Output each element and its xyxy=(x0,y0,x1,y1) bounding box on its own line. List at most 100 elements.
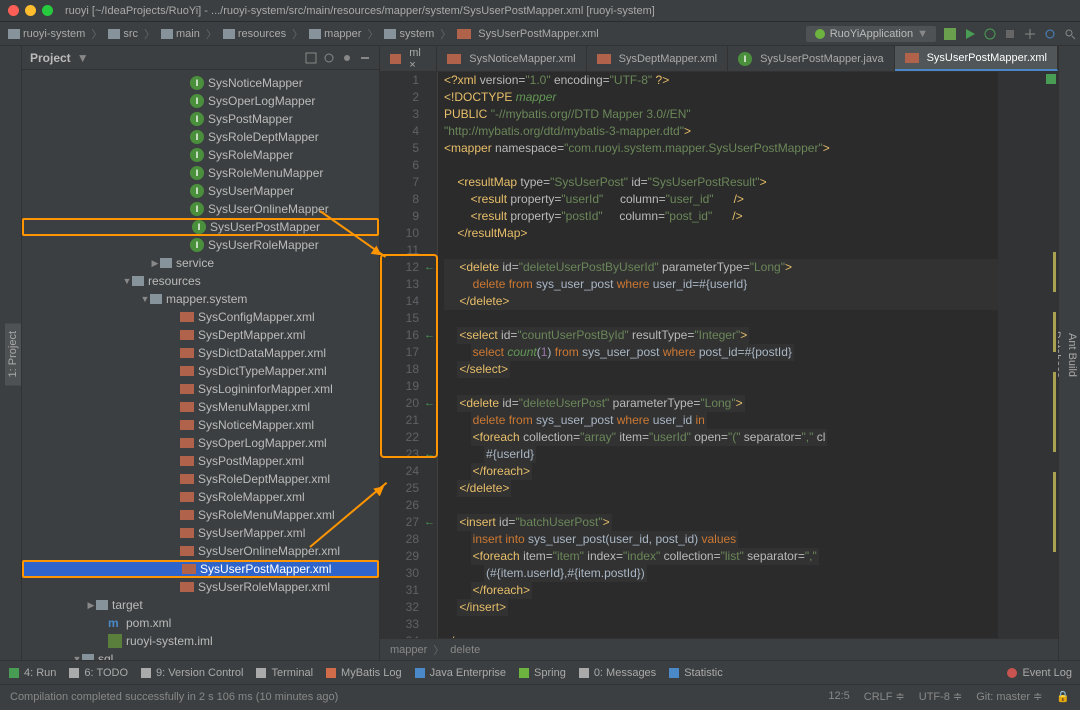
tree-item[interactable]: SysLogininforMapper.xml xyxy=(22,380,379,398)
xml-file-icon xyxy=(180,366,194,376)
tool-window-button[interactable]: 4: Run xyxy=(8,667,56,679)
debug-icon[interactable] xyxy=(984,28,996,40)
locate-icon[interactable] xyxy=(323,52,335,64)
caret-position[interactable]: 12:5 xyxy=(828,690,849,703)
file-encoding[interactable]: UTF-8 ≑ xyxy=(919,690,962,703)
tree-item[interactable]: ISysRoleDeptMapper xyxy=(22,128,379,146)
status-bar: Compilation completed successfully in 2 … xyxy=(0,684,1080,708)
tree-item[interactable]: SysMenuMapper.xml xyxy=(22,398,379,416)
run-icon[interactable] xyxy=(964,28,976,40)
hammer-build-icon[interactable] xyxy=(944,28,956,40)
minimize-window-button[interactable] xyxy=(25,5,36,16)
interface-icon: I xyxy=(190,76,204,90)
tree-item[interactable]: SysConfigMapper.xml xyxy=(22,308,379,326)
tree-item[interactable]: SysPostMapper.xml xyxy=(22,452,379,470)
breadcrumb-file[interactable]: SysUserPostMapper.xml xyxy=(453,28,602,40)
tree-item[interactable]: ISysUserPostMapper xyxy=(22,218,379,236)
tree-item[interactable]: ▼sql xyxy=(22,650,379,660)
tree-item[interactable]: SysRoleMenuMapper.xml xyxy=(22,506,379,524)
file-tab[interactable]: SysNoticeMapper.xml xyxy=(437,46,586,71)
tree-item[interactable]: ruoyi-system.iml xyxy=(22,632,379,650)
gear-icon[interactable] xyxy=(341,52,353,64)
gutter[interactable]: 123456789101112←13141516←17181920←212223… xyxy=(380,72,438,638)
tree-item[interactable]: mpom.xml xyxy=(22,614,379,632)
tree-item[interactable]: ISysPostMapper xyxy=(22,110,379,128)
file-tab[interactable]: SysDeptMapper.xml xyxy=(587,46,728,71)
search-icon[interactable] xyxy=(1064,28,1076,40)
window-title: ruoyi [~/IdeaProjects/RuoYi] - .../ruoyi… xyxy=(65,5,655,17)
file-tab[interactable]: SysUserPostMapper.xml xyxy=(895,46,1058,71)
breadcrumb-item[interactable]: mapper xyxy=(305,28,365,40)
tree-item[interactable]: SysDeptMapper.xml xyxy=(22,326,379,344)
xml-file-icon xyxy=(180,348,194,358)
breadcrumb-project[interactable]: ruoyi-system xyxy=(4,28,89,40)
tool-window-button[interactable]: Java Enterprise xyxy=(414,667,506,679)
collapse-icon[interactable] xyxy=(305,52,317,64)
tree-item[interactable]: ISysNoticeMapper xyxy=(22,74,379,92)
tree-item[interactable]: ▶service xyxy=(22,254,379,272)
tree-item[interactable]: ISysUserRoleMapper xyxy=(22,236,379,254)
tree-item[interactable]: SysNoticeMapper.xml xyxy=(22,416,379,434)
run-configuration-selector[interactable]: RuoYiApplication ▼ xyxy=(806,26,936,42)
breadcrumb-item[interactable]: resources xyxy=(219,28,290,40)
tool-window-button[interactable]: MyBatis Log xyxy=(325,667,402,679)
vcs-icon[interactable] xyxy=(1024,28,1036,40)
notification-icon xyxy=(1006,667,1018,679)
tool-window-button[interactable]: Statistic xyxy=(668,667,723,679)
tree-item[interactable]: SysUserPostMapper.xml xyxy=(22,560,379,578)
folder-icon xyxy=(150,294,162,304)
tree-item[interactable]: SysRoleMapper.xml xyxy=(22,488,379,506)
interface-icon: I xyxy=(190,166,204,180)
tree-item[interactable]: SysDictTypeMapper.xml xyxy=(22,362,379,380)
tree-item[interactable]: ISysRoleMapper xyxy=(22,146,379,164)
code-editor[interactable]: <?xml version="1.0" encoding="UTF-8" ?><… xyxy=(438,72,998,638)
git-branch[interactable]: Git: master ≑ xyxy=(976,690,1042,703)
interface-icon: I xyxy=(190,202,204,216)
folder-icon xyxy=(160,258,172,268)
xml-file-icon xyxy=(180,420,194,430)
project-tool-tab[interactable]: 1: Project xyxy=(5,323,21,385)
editor-breadcrumb[interactable]: mapper 〉 delete xyxy=(380,638,1058,660)
tool-window-button[interactable]: 6: TODO xyxy=(68,667,128,679)
file-tab[interactable]: ISysUserPostMapper.java xyxy=(728,46,895,71)
project-panel: Project ▼ ISysNoticeMapperISysOperLogMap… xyxy=(22,46,380,660)
interface-icon: I xyxy=(738,52,752,66)
event-log-button[interactable]: Event Log xyxy=(1006,667,1072,679)
left-tool-rail: 1: Project 7: Structure Web 2: Favorites xyxy=(0,46,22,660)
breadcrumb-item[interactable]: main xyxy=(157,28,204,40)
tree-item[interactable]: SysOperLogMapper.xml xyxy=(22,434,379,452)
tree-item[interactable]: ▼mapper.system xyxy=(22,290,379,308)
structure-tool-tab[interactable]: 7: Structure xyxy=(0,318,5,391)
stop-icon[interactable] xyxy=(1004,28,1016,40)
lock-icon[interactable]: 🔒 xyxy=(1056,690,1070,703)
tool-window-button[interactable]: 9: Version Control xyxy=(140,667,243,679)
maximize-window-button[interactable] xyxy=(42,5,53,16)
interface-icon: I xyxy=(190,238,204,252)
tree-item[interactable]: ▼resources xyxy=(22,272,379,290)
right-tool-rail: Ant Build Database Maven Projects Bean V… xyxy=(1058,46,1080,660)
line-ending[interactable]: CRLF ≑ xyxy=(864,690,905,703)
file-tab[interactable]: ml × xyxy=(380,46,437,71)
tree-item[interactable]: ISysUserMapper xyxy=(22,182,379,200)
tree-item[interactable]: SysRoleDeptMapper.xml xyxy=(22,470,379,488)
close-window-button[interactable] xyxy=(8,5,19,16)
hide-icon[interactable] xyxy=(359,52,371,64)
tool-window-button[interactable]: Terminal xyxy=(255,667,313,679)
folder-icon xyxy=(82,654,94,660)
tool-window-button[interactable]: Spring xyxy=(518,667,566,679)
tool-window-button[interactable]: 0: Messages xyxy=(578,667,656,679)
interface-icon: I xyxy=(190,148,204,162)
breadcrumb-item[interactable]: system xyxy=(380,28,438,40)
update-icon[interactable] xyxy=(1044,28,1056,40)
tree-item[interactable]: ISysOperLogMapper xyxy=(22,92,379,110)
analysis-ok-icon xyxy=(1046,74,1056,84)
tree-item[interactable]: ISysRoleMenuMapper xyxy=(22,164,379,182)
ant-tool-tab[interactable]: Ant Build xyxy=(1064,325,1080,385)
tree-item[interactable]: SysUserOnlineMapper.xml xyxy=(22,542,379,560)
project-tree[interactable]: ISysNoticeMapperISysOperLogMapperISysPos… xyxy=(22,70,379,660)
breadcrumb-item[interactable]: src xyxy=(104,28,142,40)
tree-item[interactable]: SysUserRoleMapper.xml xyxy=(22,578,379,596)
error-stripe[interactable] xyxy=(998,72,1058,638)
tree-item[interactable]: ▶target xyxy=(22,596,379,614)
tree-item[interactable]: SysDictDataMapper.xml xyxy=(22,344,379,362)
